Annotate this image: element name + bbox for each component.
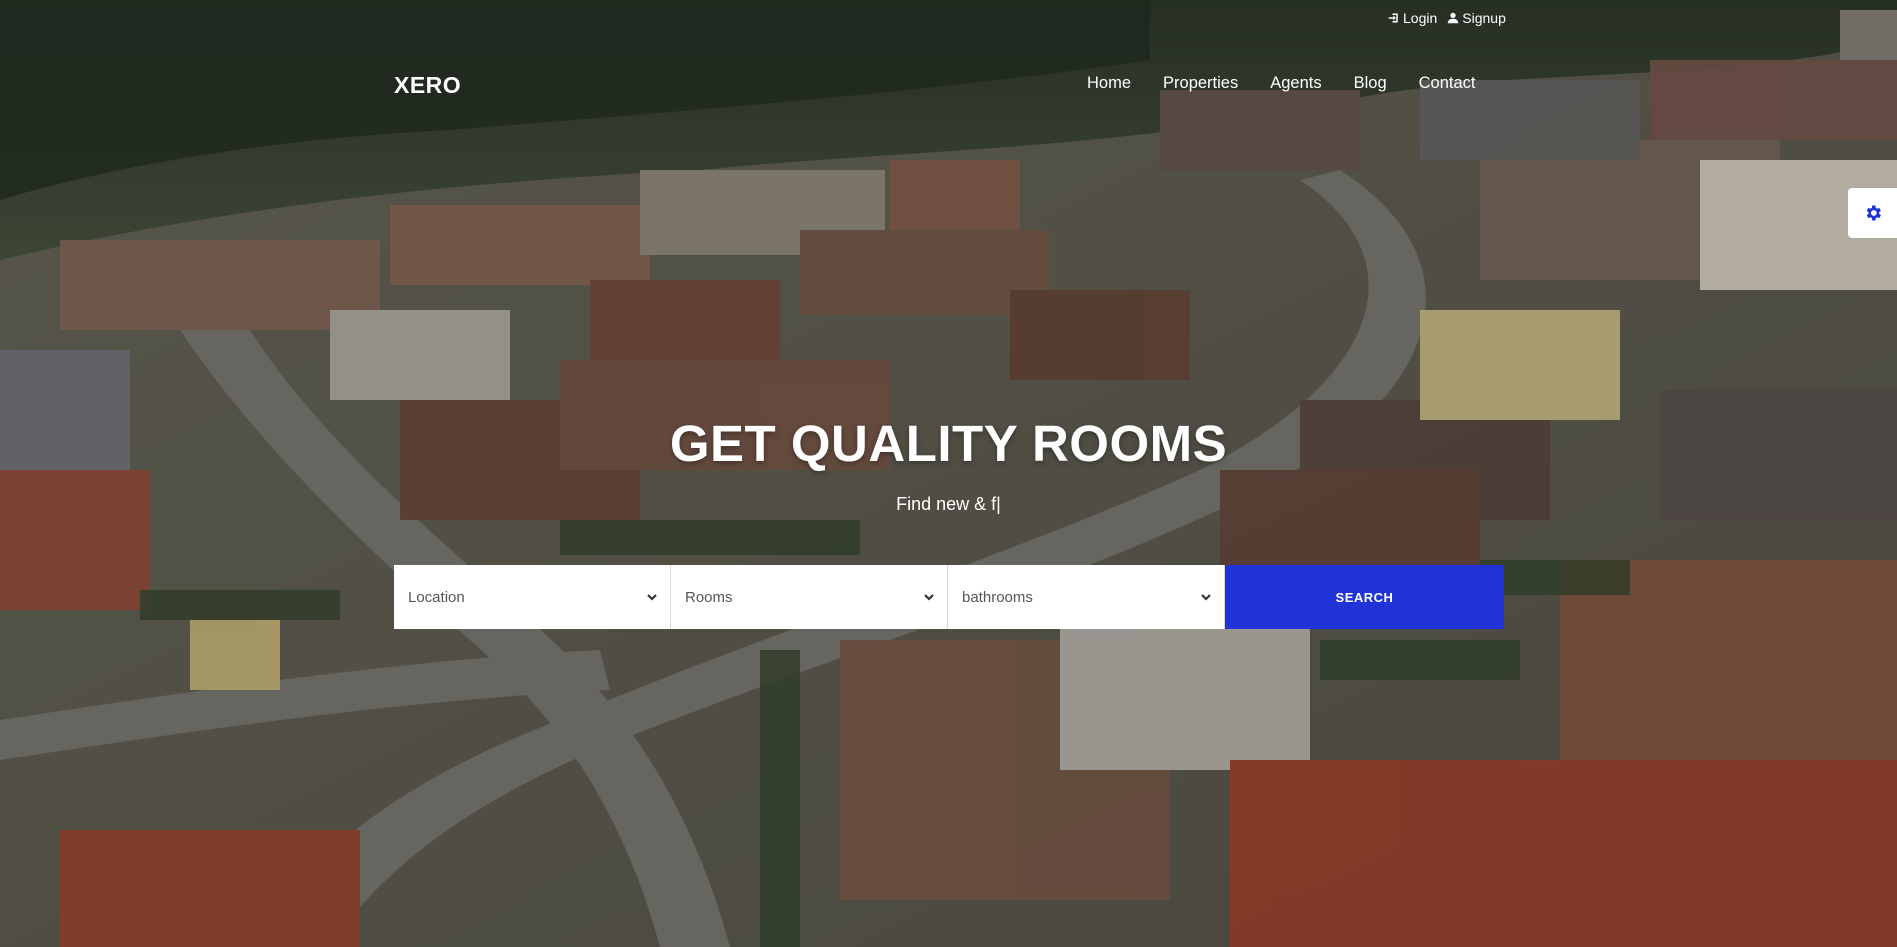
nav-agents[interactable]: Agents: [1270, 74, 1321, 93]
signup-label: Signup: [1462, 10, 1506, 26]
auth-links: Login Signup: [1388, 10, 1506, 26]
hero-title: GET QUALITY ROOMS: [669, 415, 1228, 472]
nav-contact[interactable]: Contact: [1419, 74, 1476, 93]
login-label: Login: [1403, 10, 1438, 26]
login-link[interactable]: Login: [1388, 10, 1437, 26]
main-nav: Home Properties Agents Blog Contact: [1087, 74, 1476, 93]
location-select-value: Location: [408, 588, 465, 606]
search-button[interactable]: SEARCH: [1225, 565, 1504, 629]
chevron-down-icon: [647, 594, 657, 601]
property-search-form: Location Rooms bathrooms SEARCH: [394, 565, 1504, 629]
gear-icon: [1866, 205, 1881, 221]
settings-toggle-button[interactable]: [1848, 188, 1897, 238]
nav-properties[interactable]: Properties: [1163, 74, 1238, 93]
location-select[interactable]: Location: [394, 565, 671, 629]
chevron-down-icon: [924, 594, 934, 601]
bathrooms-select[interactable]: bathrooms: [948, 565, 1225, 629]
signup-link[interactable]: Signup: [1447, 10, 1506, 26]
hero-section: Login Signup XERO Home Properties Agents…: [0, 0, 1897, 947]
hero-subtitle: Find new & f|: [896, 494, 1001, 514]
nav-blog[interactable]: Blog: [1354, 74, 1387, 93]
user-icon: [1448, 12, 1459, 24]
sign-in-icon: [1388, 13, 1398, 23]
chevron-down-icon: [1201, 594, 1211, 601]
site-logo[interactable]: XERO: [394, 72, 461, 99]
nav-home[interactable]: Home: [1087, 74, 1131, 93]
rooms-select[interactable]: Rooms: [671, 565, 948, 629]
rooms-select-value: Rooms: [685, 588, 733, 606]
bathrooms-select-value: bathrooms: [962, 588, 1033, 606]
hero-overlay: [0, 0, 1897, 947]
